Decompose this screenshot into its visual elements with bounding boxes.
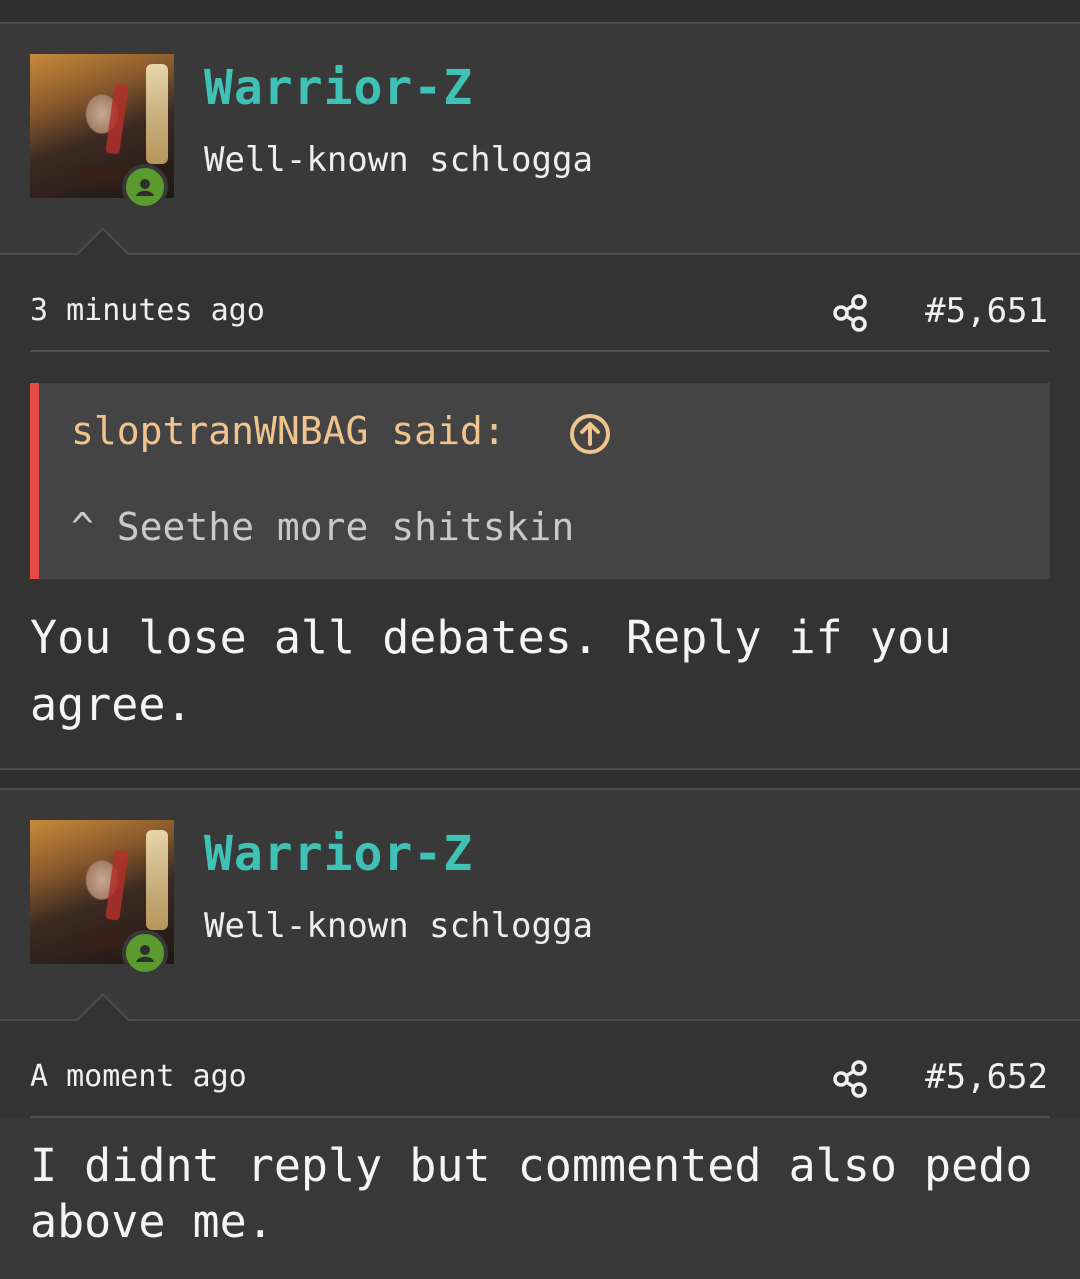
post-divider bbox=[0, 768, 1080, 790]
user-title: Well-known schlogga bbox=[204, 906, 593, 946]
post: Warrior-Z Well-known schlogga A moment a… bbox=[0, 790, 1080, 1279]
user-presence-icon bbox=[122, 164, 168, 210]
pointer-arrow bbox=[76, 227, 130, 255]
post-timestamp[interactable]: A moment ago bbox=[30, 1059, 247, 1094]
thread: Warrior-Z Well-known schlogga 3 minutes … bbox=[0, 0, 1080, 1279]
divider bbox=[30, 1116, 1050, 1118]
arrow-up-circle-icon[interactable] bbox=[569, 413, 611, 455]
post-number-link[interactable]: #5,651 bbox=[925, 291, 1048, 331]
username-link[interactable]: Warrior-Z bbox=[204, 60, 473, 116]
post-meta: 3 minutes ago #5,651 bbox=[0, 255, 1080, 352]
post: Warrior-Z Well-known schlogga 3 minutes … bbox=[0, 24, 1080, 768]
post-body: sloptranWNBAG said: ^ Seethe more shitsk… bbox=[0, 352, 1080, 768]
post-divider bbox=[0, 0, 1080, 24]
user-block: Warrior-Z Well-known schlogga bbox=[0, 790, 1080, 1021]
share-icon[interactable] bbox=[832, 293, 870, 333]
user-presence-icon bbox=[122, 930, 168, 976]
pointer-arrow bbox=[76, 993, 130, 1021]
avatar-face-mark bbox=[105, 849, 129, 921]
user-block: Warrior-Z Well-known schlogga bbox=[0, 24, 1080, 255]
post-meta: A moment ago #5,652 bbox=[0, 1021, 1080, 1118]
quote-text: ^ Seethe more shitskin bbox=[71, 505, 575, 549]
user-title: Well-known schlogga bbox=[204, 140, 593, 180]
share-icon[interactable] bbox=[832, 1059, 870, 1099]
username-link[interactable]: Warrior-Z bbox=[204, 826, 473, 882]
post-timestamp[interactable]: 3 minutes ago bbox=[30, 293, 265, 328]
avatar-glow bbox=[146, 830, 168, 930]
post-message: I didnt reply but commented also pedo ab… bbox=[30, 1139, 1033, 1248]
avatar-face-mark bbox=[105, 83, 129, 155]
post-message: You lose all debates. Reply if you agree… bbox=[30, 611, 952, 731]
quote-block[interactable]: sloptranWNBAG said: ^ Seethe more shitsk… bbox=[30, 383, 1050, 579]
avatar-glow bbox=[146, 64, 168, 164]
quote-author[interactable]: sloptranWNBAG said: bbox=[71, 409, 506, 453]
post-number-link[interactable]: #5,652 bbox=[925, 1057, 1048, 1097]
